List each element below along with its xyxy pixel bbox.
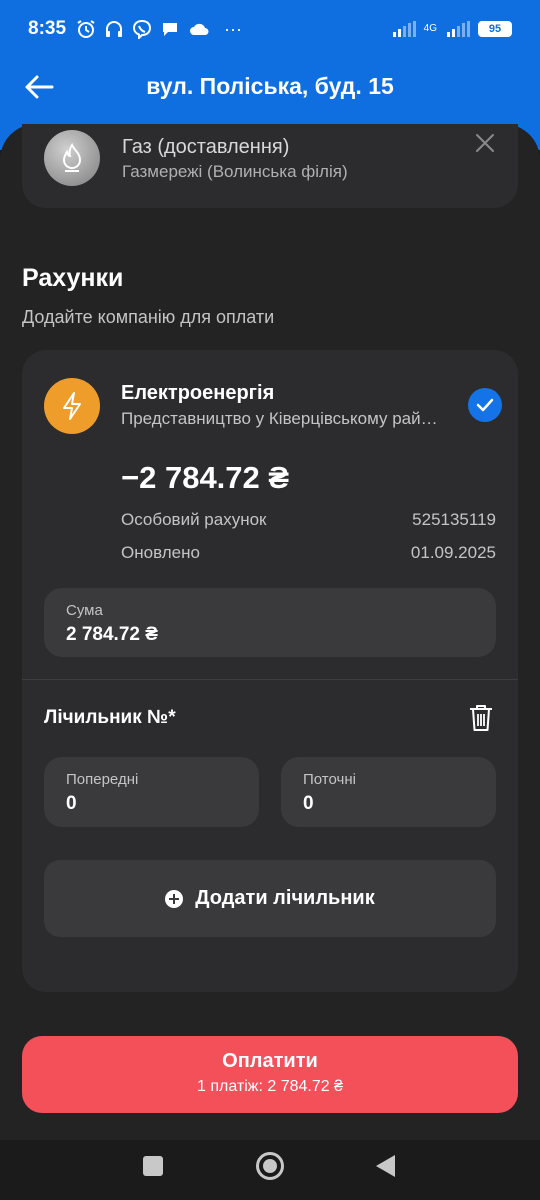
trash-icon[interactable] [468, 703, 494, 733]
pay-button-summary: 1 платіж: 2 784.72 ₴ [197, 1078, 343, 1095]
home-icon[interactable] [256, 1152, 284, 1180]
lightning-icon [44, 378, 100, 434]
bills-section-subtitle: Додайте компанію для оплати [22, 307, 275, 327]
status-time: 8:35 [28, 18, 67, 39]
headphones-icon [106, 21, 123, 37]
status-bar: 8:35 ··· 4G 95 [0, 0, 540, 58]
selected-checkbox[interactable] [468, 388, 502, 422]
account-label: Особовий рахунок [121, 510, 267, 529]
previous-reading-field[interactable]: Попередні 0 [44, 757, 259, 827]
signal-icon [392, 21, 416, 37]
alarm-icon [77, 20, 95, 38]
sum-label: Сума [66, 602, 103, 619]
pay-button[interactable]: Оплатити 1 платіж: 2 784.72 ₴ [22, 1036, 518, 1113]
updated-label: Оновлено [121, 543, 200, 562]
meter-title: Лічильник №* [44, 707, 176, 728]
checkmark-icon [476, 398, 494, 412]
gas-service-title: Газ (доставлення) [122, 136, 290, 158]
account-value: 525135119 [412, 510, 496, 529]
system-navigation-bar [0, 1140, 540, 1200]
status-notification-icons: ··· [76, 19, 242, 40]
previous-reading-value: 0 [66, 793, 77, 814]
status-system-icons: 4G 95 [392, 21, 512, 37]
add-meter-button[interactable]: Додати лічильник [44, 860, 496, 937]
bill-card-electricity: Електроенергія Представництво у Ківерців… [22, 350, 518, 992]
pay-button-title: Оплатити [222, 1050, 318, 1072]
current-reading-field[interactable]: Поточні 0 [281, 757, 496, 827]
back-triangle-icon[interactable] [376, 1155, 395, 1177]
gas-service-card[interactable]: Газ (доставлення) Газмережі (Волинська ф… [22, 124, 518, 208]
viber-icon [133, 19, 152, 39]
current-reading-value: 0 [303, 793, 314, 814]
network-type: 4G [423, 23, 437, 34]
chat-icon [163, 23, 178, 36]
bill-provider: Представництво у Ківерцівському районі [121, 409, 441, 428]
add-meter-label: Додати лічильник [195, 887, 375, 909]
back-arrow-icon[interactable] [22, 70, 56, 104]
gas-flame-icon [44, 130, 100, 186]
page-title: вул. Поліська, буд. 15 [146, 72, 394, 99]
plus-circle-icon [165, 889, 184, 908]
cloud-icon [190, 23, 209, 35]
signal-icon-2 [447, 21, 470, 37]
sum-value: 2 784.72 ₴ [66, 624, 158, 645]
more-indicator: ··· [224, 18, 243, 39]
sum-field[interactable]: Сума 2 784.72 ₴ [44, 588, 496, 657]
bills-section-title: Рахунки [22, 264, 124, 292]
bill-title: Електроенергія [121, 382, 275, 404]
battery-icon: 95 [478, 21, 512, 37]
divider [22, 679, 518, 680]
gas-service-provider: Газмережі (Волинська філія) [122, 162, 348, 181]
close-icon[interactable] [474, 132, 496, 154]
current-reading-label: Поточні [303, 771, 356, 788]
bill-balance: −2 784.72 ₴ [121, 460, 290, 495]
previous-reading-label: Попередні [66, 771, 139, 788]
recent-apps-icon[interactable] [143, 1156, 163, 1176]
app-header: вул. Поліська, буд. 15 [0, 58, 540, 114]
updated-value: 01.09.2025 [410, 543, 496, 562]
